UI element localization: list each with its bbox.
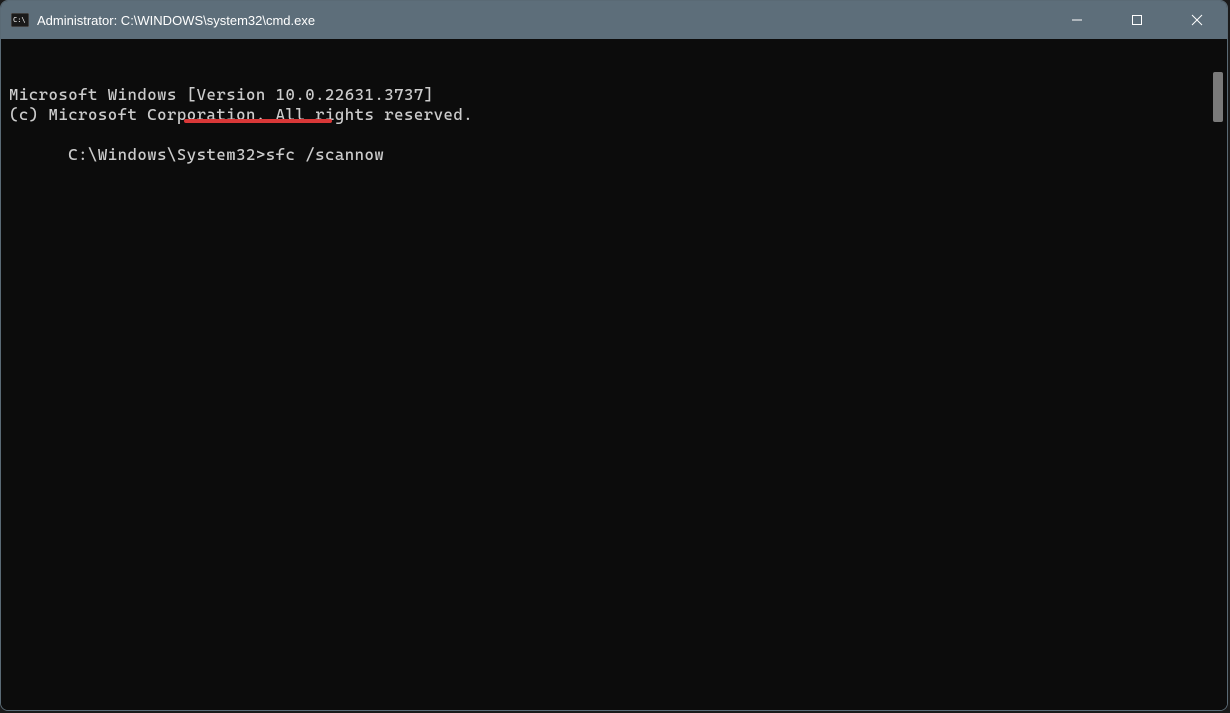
close-button[interactable] [1167,1,1227,39]
terminal-content[interactable]: Microsoft Windows [Version 10.0.22631.37… [1,39,1209,710]
scrollbar-thumb[interactable] [1213,72,1223,122]
command-underline-annotation [184,119,332,123]
titlebar-left: C:\ Administrator: C:\WINDOWS\system32\c… [11,11,315,29]
minimize-button[interactable] [1047,1,1107,39]
window-title: Administrator: C:\WINDOWS\system32\cmd.e… [37,13,315,28]
window-controls [1047,1,1227,39]
maximize-button[interactable] [1107,1,1167,39]
command-prompt-window: C:\ Administrator: C:\WINDOWS\system32\c… [0,0,1228,711]
terminal-line-version: Microsoft Windows [Version 10.0.22631.37… [9,85,1201,105]
terminal-prompt: C:\Windows\System32> [68,145,266,164]
cmd-icon: C:\ [11,11,29,29]
terminal-area: Microsoft Windows [Version 10.0.22631.37… [1,39,1227,710]
terminal-prompt-line: C:\Windows\System32>sfc /scannow [68,145,384,164]
terminal-command-input[interactable]: sfc /scannow [266,145,385,164]
svg-text:C:\: C:\ [13,16,26,24]
vertical-scrollbar[interactable] [1209,39,1227,710]
titlebar[interactable]: C:\ Administrator: C:\WINDOWS\system32\c… [1,1,1227,39]
